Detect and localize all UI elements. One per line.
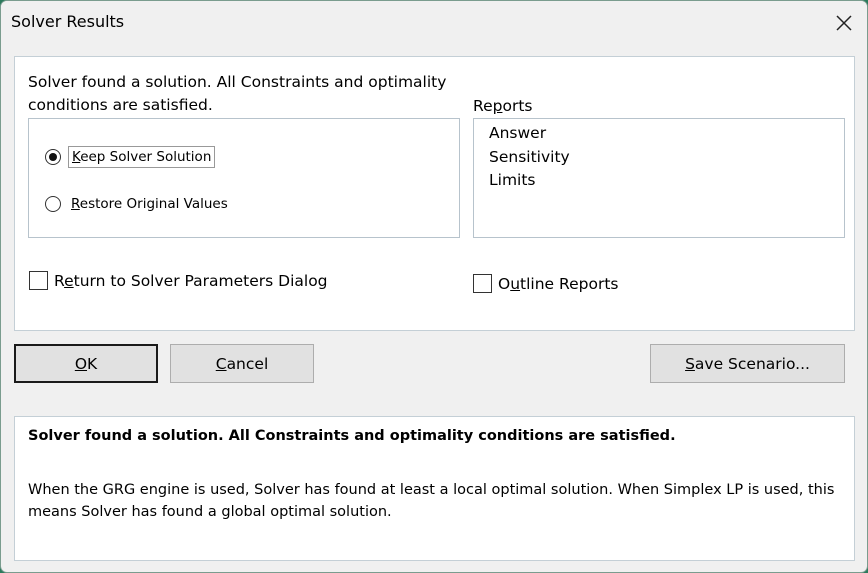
report-item-sensitivity[interactable]: Sensitivity [474, 146, 844, 170]
radio-selected-icon [45, 149, 61, 165]
ok-button[interactable]: OK [14, 344, 158, 383]
close-button[interactable] [826, 5, 862, 41]
restore-values-label: Restore Original Values [71, 196, 228, 212]
save-scenario-button[interactable]: Save Scenario... [650, 344, 845, 383]
title-bar: Solver Results [1, 1, 867, 45]
cancel-button[interactable]: Cancel [170, 344, 314, 383]
info-panel: Solver found a solution. All Constraints… [14, 416, 855, 561]
checkbox-unchecked-icon [29, 271, 48, 290]
solution-options-group: Keep Solver Solution Restore Original Va… [28, 118, 460, 238]
keep-solution-hotkey: K [72, 149, 81, 165]
outline-reports-checkbox[interactable]: Outline Reports [473, 274, 618, 293]
reports-listbox[interactable]: Answer Sensitivity Limits [473, 118, 845, 238]
reports-label: Reports [473, 97, 533, 115]
close-icon [836, 15, 852, 31]
outline-reports-label: Outline Reports [498, 274, 619, 293]
return-to-parameters-label: Return to Solver Parameters Dialog [54, 271, 328, 290]
keep-solution-radio[interactable]: Keep Solver Solution [45, 146, 216, 168]
status-message: Solver found a solution. All Constraints… [28, 73, 447, 114]
report-item-limits[interactable]: Limits [474, 169, 844, 193]
solver-results-dialog: Solver Results Solver found a solution. … [0, 0, 868, 573]
report-item-answer[interactable]: Answer [474, 122, 844, 146]
dialog-title: Solver Results [11, 12, 125, 31]
info-headline: Solver found a solution. All Constraints… [28, 428, 676, 444]
return-to-parameters-checkbox[interactable]: Return to Solver Parameters Dialog [29, 271, 328, 290]
radio-unselected-icon [45, 196, 61, 212]
main-panel: Solver found a solution. All Constraints… [14, 56, 855, 331]
checkbox-unchecked-icon [473, 274, 492, 293]
restore-values-radio[interactable]: Restore Original Values [45, 194, 231, 214]
keep-solution-label: Keep Solver Solution [68, 146, 216, 168]
info-body: When the GRG engine is used, Solver has … [28, 482, 835, 520]
restore-values-hotkey: R [71, 196, 80, 212]
